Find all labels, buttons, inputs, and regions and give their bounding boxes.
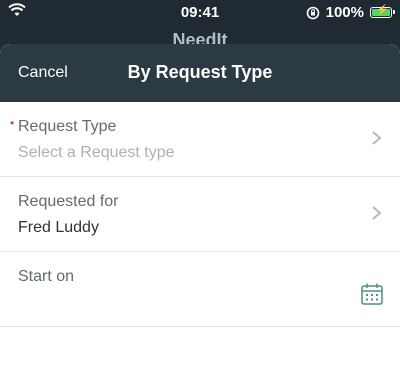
- required-indicator: •: [10, 116, 15, 130]
- request-sheet: Cancel By Request Type • Request Type Se…: [0, 44, 400, 378]
- start-on-label: Start on: [18, 268, 75, 285]
- calendar-icon[interactable]: [360, 282, 384, 306]
- request-type-placeholder: Select a Request type: [18, 144, 175, 161]
- sheet-title: By Request Type: [127, 62, 273, 82]
- request-type-label: Request Type: [18, 118, 117, 135]
- battery-percentage: 100%: [325, 4, 364, 21]
- chevron-right-icon: [370, 130, 384, 146]
- start-on-row[interactable]: Start on: [0, 252, 400, 327]
- status-bar: 09:41 100% ⚡: [0, 0, 400, 26]
- chevron-right-icon: [370, 205, 384, 221]
- requested-for-label: Requested for: [18, 193, 119, 210]
- requested-for-row[interactable]: Requested for Fred Luddy: [0, 177, 400, 252]
- battery-icon: ⚡: [370, 5, 395, 18]
- orientation-lock-icon: [306, 6, 320, 20]
- status-right: 100% ⚡: [306, 4, 395, 21]
- request-type-row[interactable]: • Request Type Select a Request type: [0, 102, 400, 177]
- requested-for-value: Fred Luddy: [18, 219, 99, 236]
- sheet-header: Cancel By Request Type: [0, 44, 400, 102]
